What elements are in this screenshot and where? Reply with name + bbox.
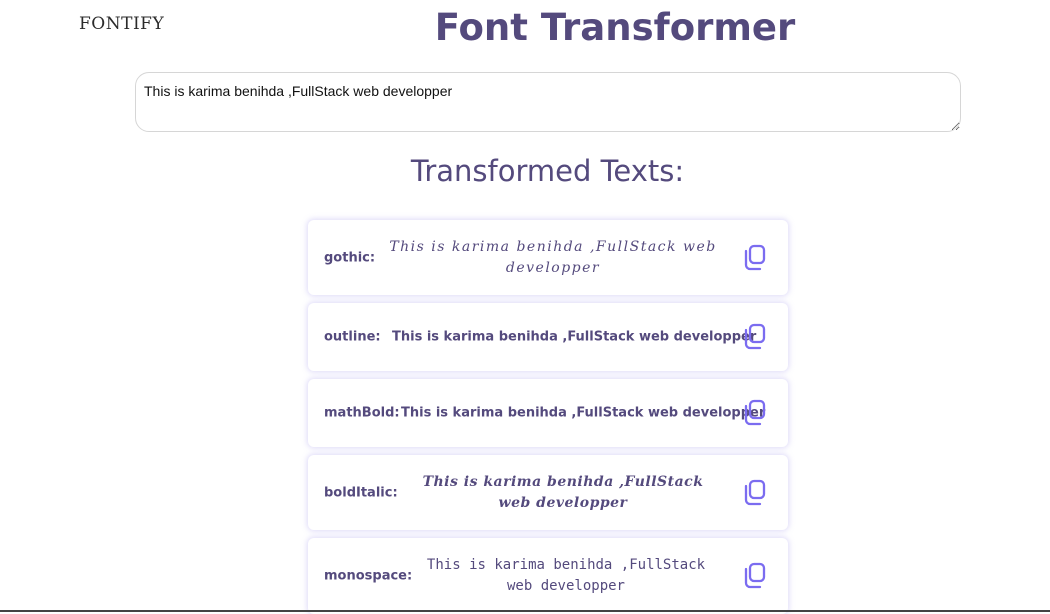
copy-button[interactable] xyxy=(740,322,768,352)
card-label: mathBold: xyxy=(324,405,400,421)
card-text: This is karima benihda ,FullStack web de… xyxy=(401,405,766,421)
result-card-bolditalic: boldItalic: This is karima benihda ,Full… xyxy=(308,455,788,530)
card-label: monospace: xyxy=(324,568,413,584)
result-card-mathbold: mathBold: This is karima benihda ,FullSt… xyxy=(308,379,788,447)
card-text: This is karima benihda ,FullStack web de… xyxy=(389,238,717,276)
card-label: outline: xyxy=(324,329,381,345)
copy-button[interactable] xyxy=(740,243,768,273)
result-card-monospace: monospace: This is karima benihda ,FullS… xyxy=(308,538,788,614)
copy-icon xyxy=(744,323,766,350)
result-card-outline: outline: This is karima benihda ,FullSta… xyxy=(308,303,788,371)
card-text: This is karima benihda ,FullStack web de… xyxy=(426,557,706,594)
copy-icon xyxy=(744,562,766,589)
results-heading: Transformed Texts: xyxy=(410,154,685,188)
result-card-gothic: gothic: This is karima benihda ,FullStac… xyxy=(308,220,788,295)
copy-icon xyxy=(744,244,766,270)
card-text: This is karima benihda ,FullStack web de… xyxy=(392,329,757,345)
copy-button[interactable] xyxy=(740,398,768,428)
text-input[interactable]: This is karima benihda ,FullStack web de… xyxy=(135,72,961,132)
card-label: gothic: xyxy=(324,250,376,265)
card-text: This is karima benihda ,FullStack web de… xyxy=(422,473,704,511)
copy-icon xyxy=(744,479,766,505)
card-label: boldItalic: xyxy=(324,485,398,500)
copy-button[interactable] xyxy=(740,478,768,508)
copy-button[interactable] xyxy=(740,561,768,591)
copy-icon xyxy=(744,399,766,426)
page-title: Font Transformer xyxy=(434,6,796,49)
